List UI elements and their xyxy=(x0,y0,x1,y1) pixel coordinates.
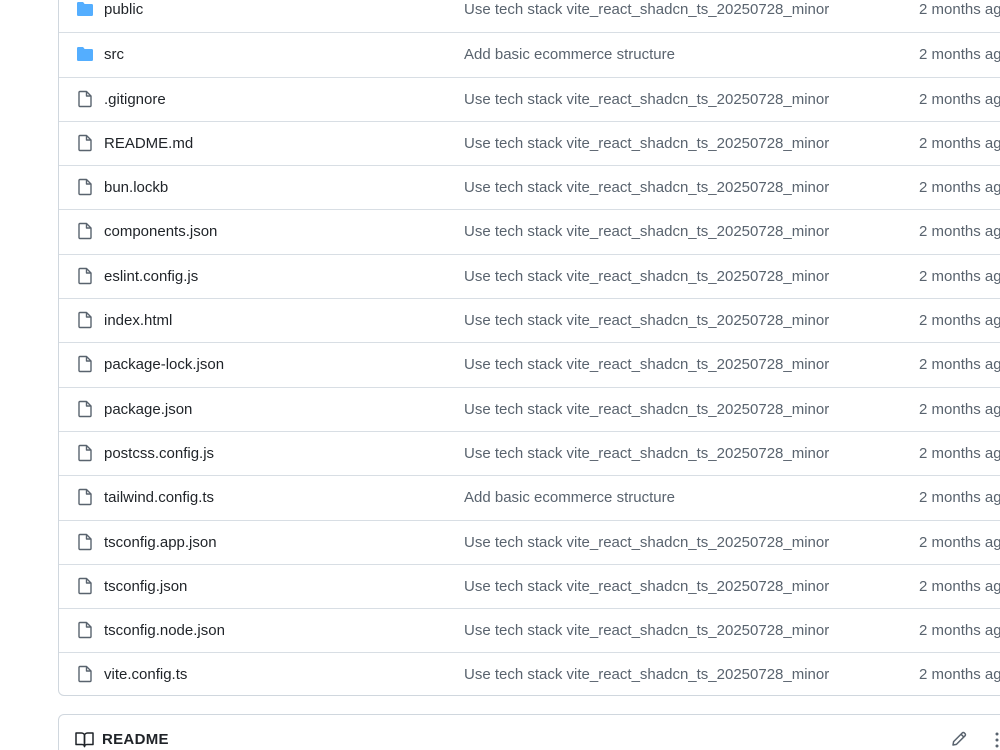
commit-age: 2 months ago xyxy=(919,134,1000,152)
file-icon xyxy=(76,533,94,551)
commit-message-link[interactable]: Use tech stack vite_react_shadcn_ts_2025… xyxy=(464,521,829,565)
file-name-link[interactable]: public xyxy=(104,0,143,32)
commit-age: 2 months ago xyxy=(919,666,1000,684)
file-row[interactable]: tailwind.config.ts Add basic ecommerce st… xyxy=(59,475,1000,519)
commit-age: 2 months ago xyxy=(919,533,1000,551)
commit-message-link[interactable]: Add basic ecommerce structure xyxy=(464,33,675,77)
file-row[interactable]: src Add basic ecommerce structure 2 months… xyxy=(59,32,1000,76)
commit-age: 2 months ago xyxy=(919,400,1000,418)
file-name-link[interactable]: tsconfig.app.json xyxy=(104,521,217,565)
file-name-link[interactable]: bun.lockb xyxy=(104,166,168,210)
commit-age: 2 months ago xyxy=(919,622,1000,640)
file-icon xyxy=(76,90,94,108)
file-row[interactable]: index.html Use tech stack vite_react_shad… xyxy=(59,298,1000,342)
file-row[interactable]: package-lock.json Use tech stack vite_rea… xyxy=(59,342,1000,386)
file-row[interactable]: .gitignore Use tech stack vite_react_shad… xyxy=(59,76,1000,122)
file-name-link[interactable]: tsconfig.json xyxy=(104,565,187,609)
commit-age: 2 months ago xyxy=(919,267,1000,285)
file-name-link[interactable]: tsconfig.node.json xyxy=(104,609,225,653)
kebab-icon[interactable] xyxy=(992,730,1000,750)
file-name-link[interactable]: components.json xyxy=(104,210,217,254)
file-icon xyxy=(76,621,94,639)
file-icon xyxy=(76,444,94,462)
repository-file-browser: public Use tech stack vite_react_shadcn_t… xyxy=(0,0,1000,750)
file-name-link[interactable]: .gitignore xyxy=(104,78,166,122)
commit-message-link[interactable]: Add basic ecommerce structure xyxy=(464,476,675,520)
commit-age: 2 months ago xyxy=(919,179,1000,197)
file-row[interactable]: package.json Use tech stack vite_react_sh… xyxy=(59,386,1000,432)
commit-message-link[interactable]: Use tech stack vite_react_shadcn_ts_2025… xyxy=(464,653,829,697)
file-row[interactable]: bun.lockb Use tech stack vite_react_shadc… xyxy=(59,165,1000,209)
commit-message-link[interactable]: Use tech stack vite_react_shadcn_ts_2025… xyxy=(464,565,829,609)
commit-age: 2 months ago xyxy=(919,312,1000,330)
file-row[interactable]: postcss.config.js Use tech stack vite_rea… xyxy=(59,430,1000,476)
file-row[interactable]: eslint.config.js Use tech stack vite_reac… xyxy=(59,253,1000,299)
file-icon xyxy=(76,222,94,240)
commit-age: 2 months ago xyxy=(919,90,1000,108)
file-icon xyxy=(76,400,94,418)
commit-message-link[interactable]: Use tech stack vite_react_shadcn_ts_2025… xyxy=(464,122,829,166)
book-icon xyxy=(75,732,94,748)
file-name-link[interactable]: package.json xyxy=(104,388,192,432)
commit-age: 2 months ago xyxy=(919,577,1000,595)
file-row[interactable]: components.json Use tech stack vite_react… xyxy=(59,209,1000,253)
file-icon xyxy=(76,267,94,285)
file-row[interactable]: tsconfig.app.json Use tech stack vite_rea… xyxy=(59,519,1000,565)
commit-age: 2 months ago xyxy=(919,444,1000,462)
pencil-icon[interactable] xyxy=(950,730,968,748)
file-name-link[interactable]: eslint.config.js xyxy=(104,255,198,299)
file-icon xyxy=(76,178,94,196)
commit-message-link[interactable]: Use tech stack vite_react_shadcn_ts_2025… xyxy=(464,166,829,210)
file-list: public Use tech stack vite_react_shadcn_t… xyxy=(59,0,1000,697)
file-name-link[interactable]: src xyxy=(104,33,124,77)
file-row[interactable]: tsconfig.json Use tech stack vite_react_s… xyxy=(59,563,1000,609)
readme-title[interactable]: README xyxy=(102,730,169,750)
file-icon xyxy=(76,488,94,506)
file-icon xyxy=(76,311,94,329)
commit-age: 2 months ago xyxy=(919,223,1000,241)
commit-message-link[interactable]: Use tech stack vite_react_shadcn_ts_2025… xyxy=(464,299,829,343)
file-row[interactable]: README.md Use tech stack vite_react_shadc… xyxy=(59,120,1000,166)
commit-message-link[interactable]: Use tech stack vite_react_shadcn_ts_2025… xyxy=(464,343,829,387)
commit-message-link[interactable]: Use tech stack vite_react_shadcn_ts_2025… xyxy=(464,609,829,653)
commit-message-link[interactable]: Use tech stack vite_react_shadcn_ts_2025… xyxy=(464,78,829,122)
commit-age: 2 months ago xyxy=(919,46,1000,64)
file-name-link[interactable]: vite.config.ts xyxy=(104,653,187,697)
commit-message-link[interactable]: Use tech stack vite_react_shadcn_ts_2025… xyxy=(464,432,829,476)
file-row[interactable]: public Use tech stack vite_react_shadcn_t… xyxy=(59,0,1000,32)
commit-age: 2 months ago xyxy=(919,356,1000,374)
commit-message-link[interactable]: Use tech stack vite_react_shadcn_ts_2025… xyxy=(464,388,829,432)
file-name-link[interactable]: postcss.config.js xyxy=(104,432,214,476)
commit-age: 2 months ago xyxy=(919,489,1000,507)
file-icon xyxy=(76,355,94,373)
commit-message-link[interactable]: Use tech stack vite_react_shadcn_ts_2025… xyxy=(464,0,829,32)
file-icon xyxy=(76,665,94,683)
file-row[interactable]: vite.config.ts Use tech stack vite_react_… xyxy=(59,652,1000,696)
file-icon xyxy=(76,577,94,595)
commit-message-link[interactable]: Use tech stack vite_react_shadcn_ts_2025… xyxy=(464,255,829,299)
commit-message-link[interactable]: Use tech stack vite_react_shadcn_ts_2025… xyxy=(464,210,829,254)
file-name-link[interactable]: README.md xyxy=(104,122,193,166)
commit-age: 2 months ago xyxy=(919,1,1000,18)
file-name-link[interactable]: tailwind.config.ts xyxy=(104,476,214,520)
file-icon xyxy=(76,134,94,152)
file-name-link[interactable]: index.html xyxy=(104,299,172,343)
file-name-link[interactable]: package-lock.json xyxy=(104,343,224,387)
folder-icon xyxy=(76,0,94,18)
file-row[interactable]: tsconfig.node.json Use tech stack vite_re… xyxy=(59,608,1000,652)
folder-icon xyxy=(76,45,94,63)
readme-panel xyxy=(58,714,1000,750)
